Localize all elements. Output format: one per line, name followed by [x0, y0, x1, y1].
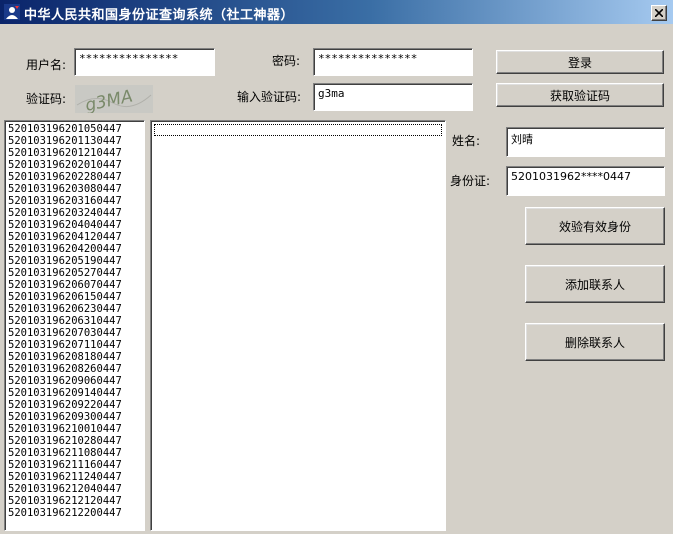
list-item[interactable]: 520103196202010447 [8, 159, 144, 171]
list-item[interactable]: 520103196207110447 [8, 339, 144, 351]
list-item[interactable]: 520103196206230447 [8, 303, 144, 315]
login-button[interactable]: 登录 [496, 50, 664, 74]
id-number-items: 520103196201050447 520103196201130447 5201… [5, 121, 144, 519]
captcha-image: g3MA [75, 85, 153, 116]
window-title: 中华人民共和国身份证查询系统（社工神器） [24, 8, 295, 23]
username-label: 用户名: [26, 58, 67, 72]
username-input[interactable]: *************** [74, 48, 215, 76]
list-item[interactable]: 520103196209300447 [8, 411, 144, 423]
delete-contact-button[interactable]: 删除联系人 [525, 323, 665, 361]
password-input[interactable]: *************** [313, 48, 473, 76]
list-item[interactable]: 520103196205270447 [8, 267, 144, 279]
captcha-input[interactable]: g3ma [313, 83, 473, 111]
list-item[interactable]: 520103196209220447 [8, 399, 144, 411]
password-label: 密码: [272, 54, 301, 68]
list-item[interactable]: 520103196208180447 [8, 351, 144, 363]
validate-id-button[interactable]: 效验有效身份 [525, 207, 665, 245]
get-captcha-button[interactable]: 获取验证码 [496, 83, 664, 107]
app-icon [4, 4, 20, 20]
id-label: 身份证: [450, 174, 491, 188]
captcha-label: 验证码: [26, 92, 67, 106]
title-bar: 中华人民共和国身份证查询系统（社工神器） [0, 0, 673, 24]
id-number-list[interactable]: 520103196201050447 520103196201130447 5201… [4, 120, 145, 531]
list-item[interactable]: 520103196212040447 [8, 483, 144, 495]
list-item[interactable]: 520103196204200447 [8, 243, 144, 255]
list-item[interactable]: 520103196211160447 [8, 459, 144, 471]
close-icon [655, 9, 663, 17]
list-item[interactable]: 520103196211080447 [8, 447, 144, 459]
list-item[interactable]: 520103196206070447 [8, 279, 144, 291]
list-item[interactable]: 520103196204040447 [8, 219, 144, 231]
list-item[interactable]: 520103196210010447 [8, 423, 144, 435]
list-item[interactable]: 520103196203240447 [8, 207, 144, 219]
list-item[interactable]: 520103196209140447 [8, 387, 144, 399]
close-button[interactable] [651, 5, 667, 21]
list-item[interactable]: 520103196203080447 [8, 183, 144, 195]
name-label: 姓名: [452, 134, 481, 148]
list-item[interactable]: 520103196212120447 [8, 495, 144, 507]
list-item[interactable]: 520103196210280447 [8, 435, 144, 447]
id-input[interactable]: 52010319​62****0447 [506, 166, 665, 196]
add-contact-button[interactable]: 添加联系人 [525, 265, 665, 303]
list-item[interactable]: 520103196203160447 [8, 195, 144, 207]
captcha-graphic: g3MA [76, 86, 152, 116]
focus-indicator [154, 124, 442, 136]
list-item[interactable]: 520103196209060447 [8, 375, 144, 387]
list-item[interactable]: 520103196204120447 [8, 231, 144, 243]
list-item[interactable]: 520103196211240447 [8, 471, 144, 483]
captcha-input-label: 输入验证码: [237, 90, 302, 104]
list-item[interactable]: 520103196201130447 [8, 135, 144, 147]
list-item[interactable]: 520103196201210447 [8, 147, 144, 159]
list-item[interactable]: 520103196207030447 [8, 327, 144, 339]
contact-list[interactable] [150, 120, 446, 531]
list-item[interactable]: 520103196206310447 [8, 315, 144, 327]
list-item[interactable]: 520103196205190447 [8, 255, 144, 267]
list-item[interactable]: 520103196201050447 [8, 123, 144, 135]
list-item[interactable]: 520103196212200447 [8, 507, 144, 519]
captcha-text: g3MA [83, 86, 134, 113]
name-input[interactable]: 刘晴 [506, 127, 665, 157]
list-item[interactable]: 520103196206150447 [8, 291, 144, 303]
list-item[interactable]: 520103196208260447 [8, 363, 144, 375]
list-item[interactable]: 520103196202280447 [8, 171, 144, 183]
